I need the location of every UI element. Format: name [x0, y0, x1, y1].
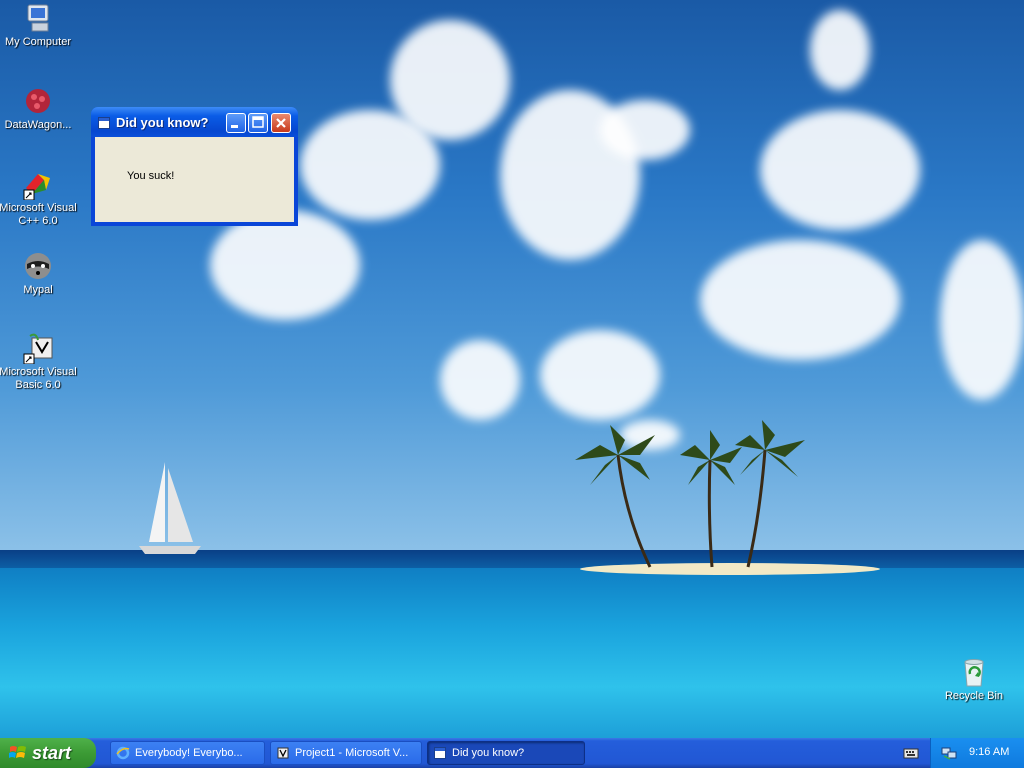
windows-logo-icon — [9, 746, 26, 758]
desktop-icon-datawagon[interactable]: DataWagon... — [0, 85, 78, 132]
taskbar: start Everybody! Everybo... Project1 - M… — [0, 738, 1024, 768]
taskbar-button-everybody[interactable]: Everybody! Everybo... — [110, 741, 265, 765]
taskbar-button-project1[interactable]: Project1 - Microsoft V... — [270, 741, 422, 765]
task-label: Project1 - Microsoft V... — [295, 747, 409, 759]
wallpaper-sea — [0, 568, 1024, 738]
taskbar-button-did-you-know[interactable]: Did you know? — [427, 741, 585, 765]
wallpaper-palm-trees — [575, 420, 805, 568]
window-icon — [434, 747, 446, 759]
maximize-button[interactable] — [248, 113, 268, 133]
desktop-icon-label: My Computer — [4, 36, 72, 48]
desktop-icon-label: Microsoft Visual Basic 6.0 — [0, 366, 77, 391]
window-title: Did you know? — [116, 115, 209, 130]
desktop-icon-label: Mypal — [23, 284, 53, 296]
task-label: Did you know? — [452, 747, 525, 759]
system-tray: 9:16 AM — [930, 738, 1024, 768]
window-client-area: You suck! — [95, 137, 294, 222]
desktop-icon-mypal[interactable]: Mypal — [0, 250, 78, 297]
ie-icon — [116, 746, 130, 760]
visual-basic-icon — [23, 333, 53, 364]
dialog-message: You suck! — [127, 170, 175, 182]
wallpaper-cloud — [300, 110, 440, 220]
wallpaper-cloud — [540, 330, 660, 420]
vb-project-icon — [277, 747, 289, 759]
wallpaper-sailboat — [139, 462, 201, 554]
wallpaper-cloud — [210, 210, 360, 320]
visual-cpp-icon — [23, 174, 50, 200]
start-button[interactable]: start — [0, 738, 96, 768]
desktop-icon-label: Microsoft Visual C++ 6.0 — [0, 202, 77, 227]
network-globe-icon — [26, 89, 50, 113]
did-you-know-window[interactable]: Did you know? You suck! — [91, 107, 298, 226]
wallpaper-cloud — [600, 100, 690, 160]
minimize-icon — [231, 125, 238, 128]
desktop-icon-label: DataWagon... — [4, 119, 72, 131]
desktop[interactable]: My Computer DataWagon... Microsoft Visua… — [0, 0, 1024, 738]
close-button[interactable] — [271, 113, 291, 133]
wallpaper-cloud — [440, 340, 520, 420]
maximize-icon — [252, 116, 264, 128]
task-label: Everybody! Everybo... — [135, 747, 243, 759]
desktop-icon-my-computer[interactable]: My Computer — [0, 2, 78, 49]
clock[interactable]: 9:16 AM — [969, 746, 1009, 758]
raccoon-browser-icon — [25, 253, 51, 279]
recycle-bin-icon — [964, 659, 984, 687]
desktop-icon-label: Recycle Bin — [944, 690, 1004, 702]
window-titlebar[interactable]: Did you know? — [91, 107, 298, 137]
desktop-icon-recycle-bin[interactable]: Recycle Bin — [934, 656, 1014, 703]
wallpaper-cloud — [700, 240, 900, 360]
start-label: start — [32, 743, 72, 763]
network-tray-icon[interactable] — [941, 745, 957, 761]
wallpaper-cloud — [810, 10, 870, 90]
computer-icon — [27, 4, 49, 32]
desktop-icon-visual-basic[interactable]: Microsoft Visual Basic 6.0 — [0, 332, 78, 392]
window-icon — [98, 117, 110, 129]
wallpaper-cloud — [940, 240, 1024, 400]
keyboard-language-icon[interactable] — [903, 746, 919, 760]
desktop-icon-visual-cpp[interactable]: Microsoft Visual C++ 6.0 — [0, 168, 78, 228]
wallpaper-cloud — [760, 110, 920, 230]
close-icon — [276, 118, 286, 128]
minimize-button[interactable] — [226, 113, 246, 133]
